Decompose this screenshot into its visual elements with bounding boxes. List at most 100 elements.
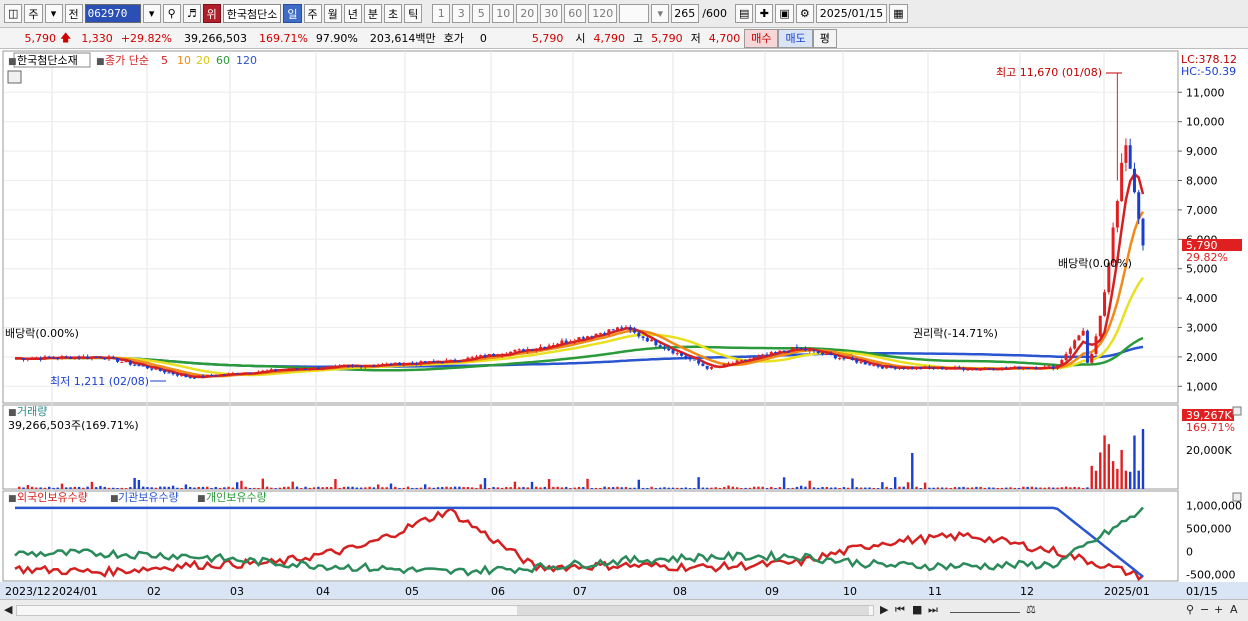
tab-year[interactable]: 년 [343,4,362,23]
volume-bar [325,486,329,489]
candle-body [774,352,778,354]
volume-panel-close-icon[interactable] [1232,406,1242,416]
tab-month[interactable]: 월 [323,4,342,23]
price-tick-label: 4,000 [1186,292,1218,305]
candle-body [697,360,701,364]
volume-bar [1047,487,1051,489]
preset-3[interactable]: 3 [452,4,471,23]
eval-button[interactable]: 평 [812,28,837,48]
x-axis-label: 05 [405,585,419,598]
volume-bar [141,486,145,489]
candle-body [731,363,735,365]
volume-bar [915,486,918,489]
holdings-bullet-icon-1: ■ [8,494,17,504]
search-icon[interactable]: ⚲ [162,4,181,23]
scroll-left-icon[interactable]: ◀ [4,603,12,616]
type-select[interactable]: 주 [24,4,43,23]
legend-bullet-icon-2: ■ [96,57,105,67]
volume-bar [573,487,576,489]
tab-tick[interactable]: 틱 [404,4,423,23]
buy-button[interactable]: 매수 [744,28,779,48]
scroll-track[interactable] [16,605,874,616]
tab-second[interactable]: 초 [384,4,403,23]
preset-dropdown-icon[interactable]: ▾ [651,4,670,23]
preset-120[interactable]: 120 [588,4,618,23]
zoom-slider[interactable] [950,603,1020,613]
candle-body [158,368,162,371]
sell-button[interactable]: 매도 [778,28,813,48]
speaker-icon[interactable]: ♬ [182,4,201,23]
volume-bar [129,487,132,489]
preset-10[interactable]: 10 [492,4,515,23]
tab-day[interactable]: 일 [283,4,302,23]
crosshair-icon[interactable]: ✚ [755,4,774,23]
stock-name-field[interactable]: 한국첨단소 [222,4,282,23]
gear-icon[interactable]: ⚙ [795,4,814,23]
tab-week[interactable]: 주 [303,4,322,23]
layout-icon[interactable]: ◫ [4,4,23,23]
date-field[interactable]: 2025/01/15 [815,4,888,23]
grid-toggle-icon[interactable] [7,70,22,84]
scroll-thumb[interactable] [517,606,869,615]
candle-body [274,369,278,371]
calendar-icon[interactable]: ▦ [889,4,908,23]
last-page-icon[interactable]: ⏭ [928,603,938,617]
scroll-right-icon[interactable]: ▶ [880,603,888,616]
volume-bar [834,487,837,489]
volume-bar [462,487,465,489]
preset-custom-field[interactable] [619,4,650,23]
code-dropdown-icon[interactable]: ▾ [142,4,161,23]
candle-body [210,374,214,376]
candle-body [641,336,645,338]
preset-20[interactable]: 20 [516,4,539,23]
candle-body [654,339,658,346]
chart-scrollbar[interactable]: ◀ ▶ ⏮ ■ ⏭ ⚖ ⚲ − + A [0,599,1248,621]
volume-bar [347,486,350,489]
count-field[interactable]: 265 [671,4,700,23]
legend-stock-name: 한국첨단소재 [17,54,78,67]
candle-body [154,368,158,370]
preset-1[interactable]: 1 [432,4,451,23]
candle-body [1000,367,1004,370]
volume-bar [159,486,162,489]
candle-body [1030,367,1034,369]
holdings-panel-close-icon[interactable] [1232,492,1242,502]
candle-body [594,333,598,337]
stock-code-input[interactable] [84,4,141,23]
rights-annotation: 권리락(-14.71%) [913,327,998,340]
candle-body [825,353,829,355]
volume-bar [18,486,21,489]
preset-5[interactable]: 5 [472,4,491,23]
save-icon[interactable]: ▣ [775,4,794,23]
candle-body [77,357,81,359]
volume-tag-pct: 169.71% [1186,421,1235,434]
draw-tools-icon[interactable]: ⚖ [1026,603,1036,616]
stop-icon[interactable]: ■ [912,603,922,616]
first-page-icon[interactable]: ⏮ [895,603,905,617]
candle-body [462,360,466,362]
volume-bar [808,480,811,489]
stock-chart[interactable]: 1,0002,0003,0004,0005,0006,0007,0008,000… [0,49,1248,599]
candle-body [970,368,974,370]
volume-bar [1060,487,1064,489]
zoom-search-icon[interactable]: ⚲ [1186,603,1194,616]
candle-body [1094,336,1098,354]
candle-body [701,363,705,366]
candle-body [372,365,376,367]
preset-60[interactable]: 60 [564,4,587,23]
jeon-button[interactable]: 전 [64,4,83,23]
zoom-out-icon[interactable]: − [1200,603,1209,616]
font-size-icon[interactable]: A [1230,603,1238,616]
candle-style-icon[interactable]: ▤ [734,4,754,23]
dropdown-icon[interactable]: ▾ [44,4,63,23]
zoom-in-icon[interactable]: + [1214,603,1223,616]
holdings-legend-foreign: 외국인보유수량 [17,491,88,504]
volume-bar [919,488,923,489]
tab-minute[interactable]: 분 [363,4,383,23]
preset-30[interactable]: 30 [540,4,563,23]
volume-bar [620,487,623,489]
candle-body [427,361,431,363]
candle-body [286,369,290,371]
volume-bar [188,486,192,489]
volume-bar [757,486,760,489]
